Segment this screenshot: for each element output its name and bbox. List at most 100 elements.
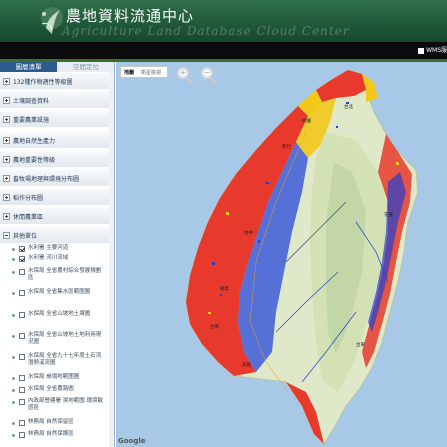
layer-checkbox[interactable] bbox=[19, 256, 25, 262]
layer-checkbox[interactable] bbox=[19, 312, 25, 318]
layer-label: 水保局 全省山坡地土地利用現況圖 bbox=[28, 332, 102, 345]
sidebar-scrollbar[interactable] bbox=[109, 72, 114, 447]
category-label: 土壤調查資料 bbox=[13, 98, 50, 105]
bullet-icon bbox=[12, 258, 15, 261]
map-type-map[interactable]: 地圖 bbox=[124, 69, 134, 76]
layer-item[interactable]: 水保局 全省山坡地土壤圖 bbox=[0, 311, 110, 327]
layer-item[interactable]: 水保局 全省農路圖 bbox=[0, 386, 110, 395]
layer-checkbox[interactable] bbox=[19, 399, 25, 405]
layer-item[interactable]: 林務局 自然保留區 bbox=[0, 419, 110, 428]
bullet-icon bbox=[12, 434, 15, 437]
category-label: 其他單位 bbox=[13, 233, 38, 240]
place-label: 台北 bbox=[344, 105, 353, 110]
expand-icon[interactable] bbox=[3, 116, 10, 123]
tab-layer-list[interactable]: 圖層清單 bbox=[0, 62, 57, 72]
layer-item[interactable]: 水保局 全省九十七年度土石流潛勢溪流圖 bbox=[0, 353, 110, 369]
layer-checkbox[interactable] bbox=[19, 387, 25, 393]
wms-service-link[interactable]: WMS服 bbox=[418, 45, 447, 54]
layer-checkbox[interactable] bbox=[19, 420, 25, 426]
place-label: 嘉義 bbox=[220, 287, 229, 292]
layer-label: 水利署 主要河道 bbox=[28, 245, 69, 251]
expand-icon[interactable] bbox=[3, 213, 10, 220]
bullet-icon bbox=[12, 356, 15, 359]
bullet-icon bbox=[12, 292, 15, 295]
zoom-out-button[interactable]: − bbox=[200, 66, 218, 85]
category-label: 重要農業設施 bbox=[13, 117, 50, 124]
wms-icon bbox=[418, 47, 425, 54]
layer-label: 水利署 河川流域 bbox=[28, 255, 69, 261]
layer-item[interactable]: 水保局 全省集水區範圍圖 bbox=[0, 289, 110, 305]
zoom-in-sign: + bbox=[179, 68, 187, 77]
layer-sidebar: 圖層清單 空間定位 132種作物適性等級圖 土壤調查資料 重要農業設施 農地自然… bbox=[0, 62, 115, 447]
expand-icon[interactable] bbox=[3, 156, 10, 163]
site-subtitle: Agriculture Land Database Cloud Center bbox=[62, 24, 350, 38]
bullet-icon bbox=[12, 401, 15, 404]
map-view[interactable]: 台北 桃園 新竹 台中 嘉義 台南 高雄 花蓮 台東 地圖 衛星檢視 + − G… bbox=[116, 62, 447, 447]
place-label: 花蓮 bbox=[384, 213, 393, 218]
layer-checkbox[interactable] bbox=[19, 269, 25, 275]
layer-label: 水保局 崩塌地範圍圖 bbox=[28, 374, 80, 380]
map-type-satellite[interactable]: 衛星檢視 bbox=[141, 69, 161, 76]
place-label: 新竹 bbox=[282, 145, 291, 150]
layer-checkbox[interactable] bbox=[19, 375, 25, 381]
layer-label: 水保局 全省農路圖 bbox=[28, 386, 74, 392]
category-rice-distribution[interactable]: 稻作分布圖 bbox=[0, 189, 110, 206]
layer-label: 水保局 全省農村綜合發展規劃區 bbox=[28, 268, 102, 281]
magnifier-handle bbox=[185, 77, 194, 85]
layer-label: 林務局 自然保護區 bbox=[28, 431, 74, 437]
zoom-in-button[interactable]: + bbox=[176, 66, 194, 85]
expand-icon[interactable] bbox=[3, 97, 10, 104]
collapse-icon[interactable] bbox=[3, 232, 10, 239]
magnifier-handle bbox=[209, 77, 218, 85]
bullet-icon bbox=[12, 271, 15, 274]
site-title: 農地資料流通中心 bbox=[66, 7, 195, 25]
sidebar-tabs: 圖層清單 空間定位 bbox=[0, 62, 114, 72]
expand-icon[interactable] bbox=[3, 78, 10, 85]
google-attribution[interactable]: Google bbox=[118, 437, 146, 445]
layer-checkbox[interactable] bbox=[19, 290, 25, 296]
bullet-icon bbox=[12, 422, 15, 425]
category-land-importance[interactable]: 農地重要性等級 bbox=[0, 151, 110, 168]
layer-item[interactable]: 內政部營建署 濕地範圍 環境敏感區 bbox=[0, 398, 110, 414]
layer-item[interactable]: 水利署 主要河道 bbox=[0, 245, 110, 254]
map-type-switcher: 地圖 衛星檢視 bbox=[120, 66, 168, 78]
category-livestock-farms[interactable]: 畜牧場地理與環境分布圖 bbox=[0, 170, 110, 187]
category-natural-productivity[interactable]: 農地自然生產力 bbox=[0, 132, 110, 149]
top-toolbar: WMS服 bbox=[0, 42, 447, 59]
expand-icon[interactable] bbox=[3, 137, 10, 144]
layer-item[interactable]: 水利署 河川流域 bbox=[0, 255, 110, 264]
layer-checkbox[interactable] bbox=[19, 246, 25, 252]
place-label: 高雄 bbox=[242, 363, 251, 368]
expand-icon[interactable] bbox=[3, 175, 10, 182]
layer-item[interactable]: 水保局 崩塌地範圍圖 bbox=[0, 374, 110, 383]
category-label: 農地重要性等級 bbox=[13, 157, 56, 164]
tab-spatial-locate[interactable]: 空間定位 bbox=[57, 62, 114, 72]
map-canvas[interactable] bbox=[116, 62, 447, 447]
category-other-units[interactable]: 其他單位 bbox=[0, 227, 110, 244]
layer-label: 林務局 自然保留區 bbox=[28, 419, 74, 425]
bullet-icon bbox=[12, 377, 15, 380]
expand-icon[interactable] bbox=[3, 194, 10, 201]
category-agri-facilities[interactable]: 重要農業設施 bbox=[0, 111, 110, 128]
layer-item[interactable]: 林務局 自然保護區 bbox=[0, 431, 110, 440]
category-leisure-agri[interactable]: 休閒農業區 bbox=[0, 208, 110, 225]
layer-checkbox[interactable] bbox=[19, 333, 25, 339]
bullet-icon bbox=[12, 335, 15, 338]
category-label: 稻作分布圖 bbox=[13, 195, 44, 202]
category-soil-survey[interactable]: 土壤調查資料 bbox=[0, 92, 110, 109]
place-label: 台中 bbox=[244, 231, 253, 236]
site-header: 農地資料流通中心 Agriculture Land Database Cloud… bbox=[0, 0, 447, 42]
bullet-icon bbox=[12, 389, 15, 392]
bullet-icon bbox=[12, 314, 15, 317]
bullet-icon bbox=[12, 248, 15, 251]
layer-label: 水保局 全省集水區範圍圖 bbox=[28, 289, 91, 295]
layer-checkbox[interactable] bbox=[19, 354, 25, 360]
zoom-out-sign: − bbox=[203, 68, 211, 77]
layer-item[interactable]: 水保局 全省山坡地土地利用現況圖 bbox=[0, 332, 110, 348]
layer-label: 內政部營建署 濕地範圍 環境敏感區 bbox=[28, 398, 103, 411]
category-label: 休閒農業區 bbox=[13, 214, 44, 221]
category-crop-suitability[interactable]: 132種作物適性等級圖 bbox=[0, 73, 110, 90]
layer-item[interactable]: 水保局 全省農村綜合發展規劃區 bbox=[0, 268, 110, 284]
layer-checkbox[interactable] bbox=[19, 432, 25, 438]
layer-label: 水保局 全省九十七年度土石流潛勢溪流圖 bbox=[28, 353, 102, 366]
